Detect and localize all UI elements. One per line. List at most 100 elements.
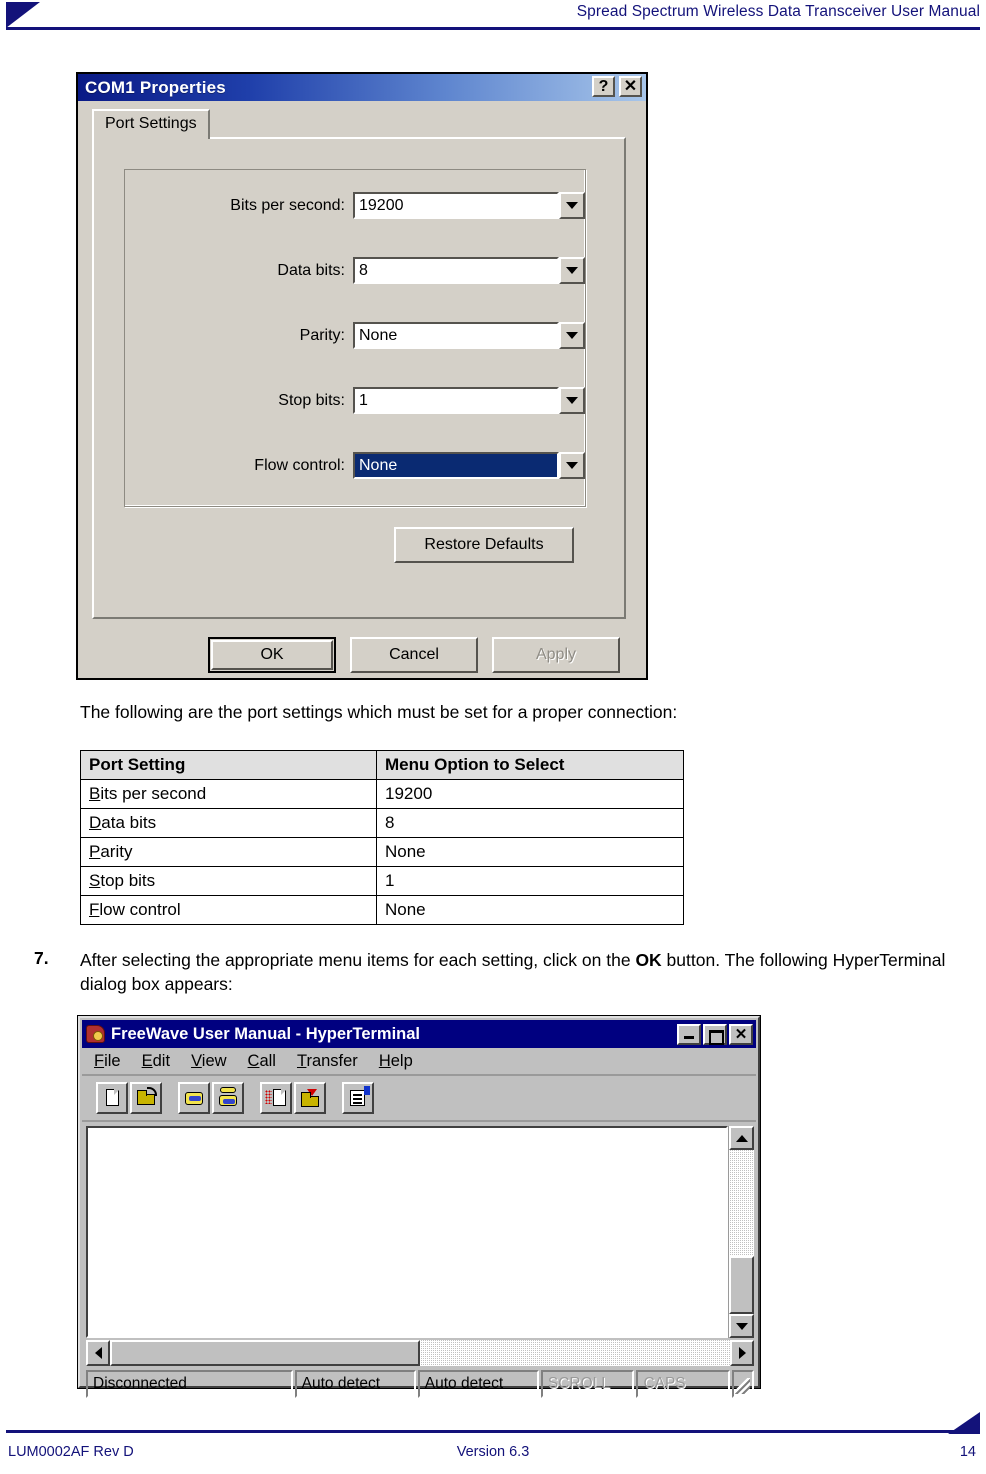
properties-icon[interactable] <box>342 1082 374 1114</box>
scroll-up-icon[interactable] <box>729 1126 754 1150</box>
cell-menu-option: None <box>376 895 684 925</box>
table-row: Stop bits 1 <box>80 866 684 896</box>
hyperterminal-window: FreeWave User Manual - HyperTerminal ✕ F… <box>77 1015 761 1398</box>
close-icon[interactable]: ✕ <box>729 1023 753 1045</box>
hyperterminal-app-icon <box>85 1024 107 1044</box>
cell-port-setting: Parity <box>80 837 377 867</box>
dialog-titlebar-buttons: ? ✕ <box>592 76 642 97</box>
menu-label-rest: dit <box>152 1051 171 1070</box>
combo-bits-per-second[interactable]: 19200 <box>353 192 585 219</box>
cell-port-setting: Data bits <box>80 808 377 838</box>
label-stop-bits: Stop bits: <box>278 391 345 409</box>
accelerator-letter: C <box>247 1051 260 1070</box>
menu-label-rest: elp <box>390 1051 413 1070</box>
com1-properties-dialog: COM1 Properties ? ✕ Port Settings Bits p… <box>76 72 648 680</box>
status-caps-indicator: CAPS <box>636 1370 730 1398</box>
menu-label-rest: ile <box>104 1051 121 1070</box>
ok-button[interactable]: OK <box>208 637 336 673</box>
setting-name-rest: top bits <box>100 871 156 890</box>
combo-stop-bits[interactable]: 1 <box>353 387 585 414</box>
accelerator-letter: E <box>141 1051 153 1070</box>
chevron-down-icon[interactable] <box>559 192 585 219</box>
combo-parity[interactable]: None <box>353 322 585 349</box>
field-row-stop-bits: Stop bits: 1 <box>125 387 585 414</box>
setting-name-rest: ata bits <box>101 813 157 832</box>
hyperterminal-title: FreeWave User Manual - HyperTerminal <box>111 1024 421 1043</box>
close-icon[interactable]: ✕ <box>619 76 642 97</box>
footer-version: Version 6.3 <box>456 1444 530 1460</box>
cell-menu-option: 1 <box>376 866 684 896</box>
accelerator-letter: H <box>378 1051 391 1070</box>
chevron-down-icon[interactable] <box>559 387 585 414</box>
minimize-icon[interactable] <box>677 1023 701 1045</box>
footer-page-number: 14 <box>959 1444 976 1460</box>
menu-item-view[interactable]: View <box>191 1052 226 1071</box>
status-detect-2: Auto detect <box>417 1370 539 1398</box>
restore-defaults-button[interactable]: Restore Defaults <box>394 527 574 563</box>
port-settings-table: Port Setting Menu Option to Select Bits … <box>80 750 684 925</box>
open-folder-icon[interactable] <box>130 1082 162 1114</box>
horizontal-scroll-thumb[interactable] <box>110 1340 420 1366</box>
maximize-icon[interactable] <box>703 1023 727 1045</box>
dialog-titlebar: COM1 Properties ? ✕ <box>78 74 646 101</box>
menu-item-call[interactable]: Call <box>248 1052 276 1071</box>
hyperterminal-titlebar: FreeWave User Manual - HyperTerminal ✕ <box>82 1020 756 1048</box>
disconnect-phone-icon[interactable] <box>212 1082 244 1114</box>
menu-item-edit[interactable]: Edit <box>142 1052 170 1071</box>
label-bits-per-second: Bits per second: <box>230 196 345 214</box>
label-data-bits: Data bits: <box>277 261 345 279</box>
intro-paragraph: The following are the port settings whic… <box>80 702 678 722</box>
tab-port-settings[interactable]: Port Settings <box>92 109 210 139</box>
header-rule <box>6 27 980 30</box>
horizontal-scrollbar[interactable] <box>86 1340 754 1366</box>
cell-menu-option: 8 <box>376 808 684 838</box>
tab-strip: Port Settings <box>92 109 636 139</box>
setting-name-rest: low control <box>99 900 181 919</box>
scroll-down-icon[interactable] <box>729 1314 754 1338</box>
chevron-down-icon[interactable] <box>559 452 585 479</box>
setting-name-rest: its per second <box>100 784 207 803</box>
label-flow-control: Flow control: <box>254 456 345 474</box>
field-row-data-bits: Data bits: 8 <box>125 257 585 284</box>
accelerator-letter: F <box>89 900 100 919</box>
cell-port-setting: Bits per second <box>80 779 377 809</box>
setting-name-rest: arity <box>100 842 133 861</box>
step-number: 7. <box>34 948 49 968</box>
cancel-button[interactable]: Cancel <box>350 637 478 673</box>
send-file-icon[interactable] <box>260 1082 292 1114</box>
horizontal-scroll-track[interactable] <box>110 1340 730 1366</box>
combo-flow-control[interactable]: None <box>353 452 585 479</box>
menu-label-rest: all <box>259 1051 276 1070</box>
chevron-down-icon[interactable] <box>559 257 585 284</box>
menu-item-file[interactable]: File <box>94 1052 121 1071</box>
dialog-action-buttons: OK Cancel Apply <box>92 637 626 673</box>
menu-label-rest: ransfer <box>306 1051 358 1070</box>
apply-button: Apply <box>492 637 620 673</box>
table-row: Data bits 8 <box>80 808 684 838</box>
status-scroll-indicator: SCROLL <box>540 1370 635 1398</box>
receive-file-icon[interactable] <box>294 1082 326 1114</box>
vertical-scroll-thumb[interactable] <box>729 1256 754 1314</box>
field-row-flow-control: Flow control: None <box>125 452 585 479</box>
chevron-down-icon[interactable] <box>559 322 585 349</box>
cell-menu-option: 19200 <box>376 779 684 809</box>
terminal-output-area[interactable] <box>86 1126 728 1338</box>
menu-item-transfer[interactable]: Transfer <box>297 1052 358 1071</box>
scroll-right-icon[interactable] <box>730 1340 754 1366</box>
combo-value-parity: None <box>359 326 398 344</box>
scroll-left-icon[interactable] <box>86 1340 110 1366</box>
resize-grip-icon[interactable] <box>732 1370 754 1398</box>
vertical-scrollbar[interactable] <box>728 1126 754 1338</box>
new-connection-icon[interactable] <box>96 1082 128 1114</box>
accelerator-letter: V <box>191 1051 202 1070</box>
step-text-before: After selecting the appropriate menu ite… <box>80 950 636 970</box>
step-text-bold: OK <box>635 950 662 970</box>
table-row: Flow control None <box>80 895 684 925</box>
vertical-scroll-track[interactable] <box>729 1150 754 1314</box>
combo-data-bits[interactable]: 8 <box>353 257 585 284</box>
menu-item-help[interactable]: Help <box>379 1052 413 1071</box>
hyperterminal-statusbar: Disconnected Auto detect Auto detect SCR… <box>86 1370 754 1398</box>
help-icon[interactable]: ? <box>592 76 615 97</box>
dial-phone-icon[interactable] <box>178 1082 210 1114</box>
combo-value-data-bits: 8 <box>359 261 368 279</box>
